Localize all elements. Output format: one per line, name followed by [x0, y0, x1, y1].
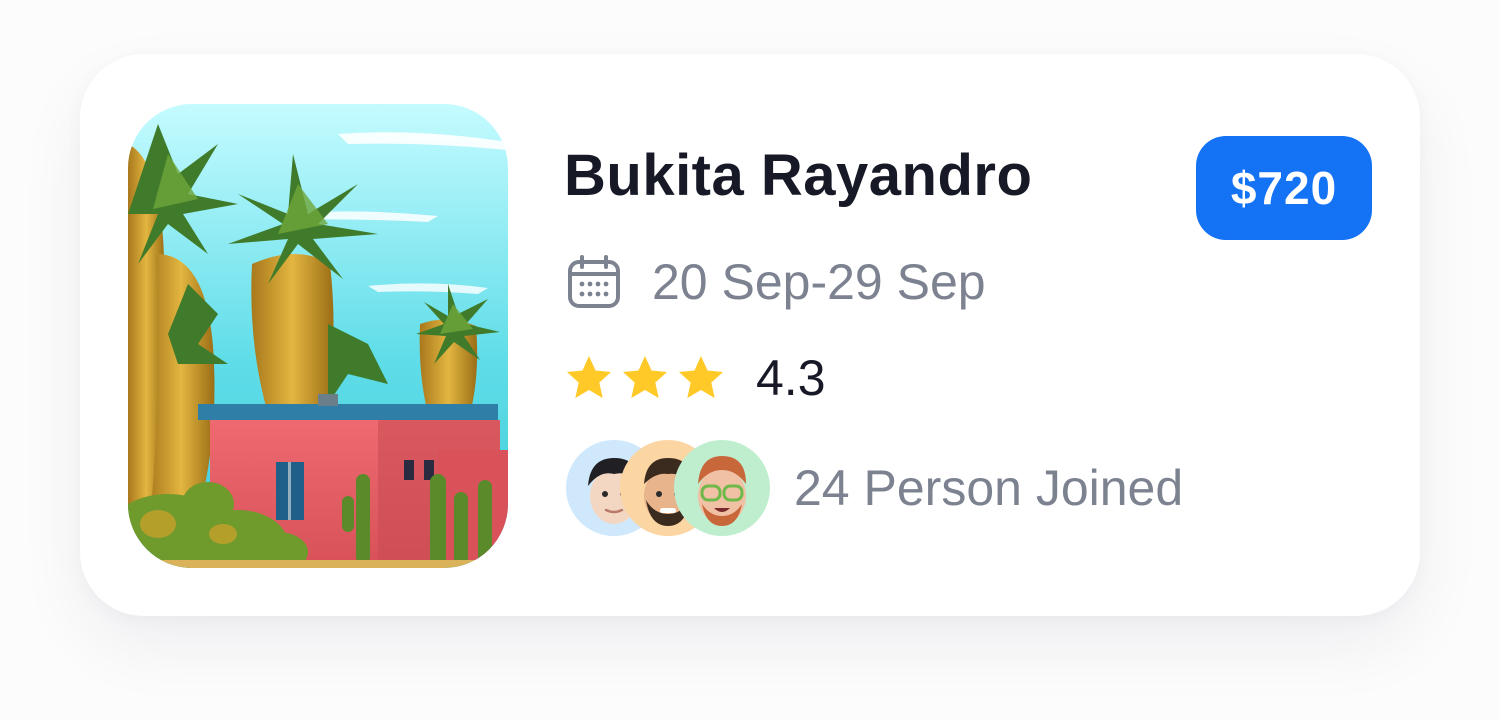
star-icon: [567, 356, 611, 398]
star-icon: [623, 356, 667, 398]
destination-image: [128, 104, 508, 568]
rating-value: 4.3: [756, 350, 826, 406]
date-range: 20 Sep-29 Sep: [566, 252, 986, 312]
page-background: Bukita Rayandro $720 20 Sep-29 Sep 4.3 2…: [0, 0, 1500, 720]
price-badge[interactable]: $720: [1196, 136, 1372, 240]
rating: 4.3: [564, 348, 826, 408]
participants: 24 Person Joined: [566, 440, 1183, 536]
date-range-text: 20 Sep-29 Sep: [652, 254, 986, 310]
avatar[interactable]: [674, 440, 770, 536]
participants-label: 24 Person Joined: [794, 460, 1184, 516]
calendar-icon: [568, 255, 620, 308]
star-icon: [679, 356, 723, 398]
avatar-group[interactable]: [566, 440, 770, 536]
trip-card[interactable]: Bukita Rayandro $720 20 Sep-29 Sep 4.3 2…: [80, 54, 1420, 616]
trip-title: Bukita Rayandro: [564, 143, 1033, 208]
